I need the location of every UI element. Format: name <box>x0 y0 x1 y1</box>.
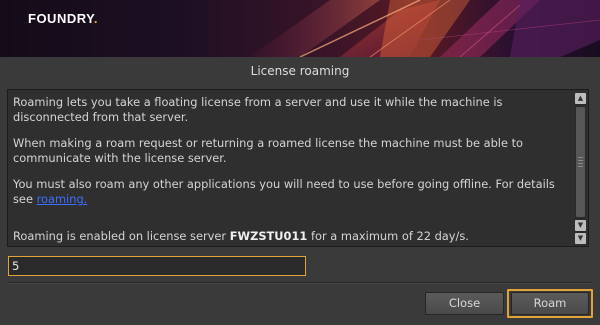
scroll-thumb[interactable] <box>576 107 585 217</box>
scroll-end-icon[interactable]: ▼ <box>575 233 586 244</box>
foundry-logo: FOUNDRY. <box>28 11 98 26</box>
roam-button[interactable]: Roam <box>511 292 589 315</box>
scroll-grip-icon <box>578 157 583 167</box>
scroll-up-icon[interactable]: ▲ <box>575 93 586 104</box>
banner-artwork <box>250 0 600 57</box>
info-paragraph-roaming-intro: Roaming lets you take a floating license… <box>13 95 503 124</box>
info-paragraph-communication: When making a roam request or returning … <box>13 136 524 165</box>
vertical-scrollbar[interactable]: ▲ ▼ ▼ <box>575 93 586 244</box>
server-status-prefix: Roaming is enabled on license server <box>13 229 230 243</box>
info-paragraph-other-apps: You must also roam any other application… <box>13 177 573 207</box>
scroll-down-icon[interactable]: ▼ <box>575 220 586 231</box>
server-status-suffix: for a maximum of 22 day/s. <box>307 229 469 243</box>
close-button[interactable]: Close <box>425 292 504 315</box>
roam-days-input[interactable] <box>8 256 306 276</box>
roaming-help-link[interactable]: roaming. <box>37 192 88 206</box>
info-text: Roaming lets you take a floating license… <box>13 95 573 255</box>
other-apps-text: You must also roam any other application… <box>13 177 555 206</box>
license-server-name: FWZSTU011 <box>229 229 308 243</box>
info-paragraph-server-status: Roaming is enabled on license server FWZ… <box>13 229 573 244</box>
dialog-title: License roaming <box>250 64 350 78</box>
button-bar-divider <box>8 282 592 284</box>
info-text-panel: Roaming lets you take a floating license… <box>7 89 589 247</box>
header-banner: FOUNDRY. <box>0 0 600 57</box>
